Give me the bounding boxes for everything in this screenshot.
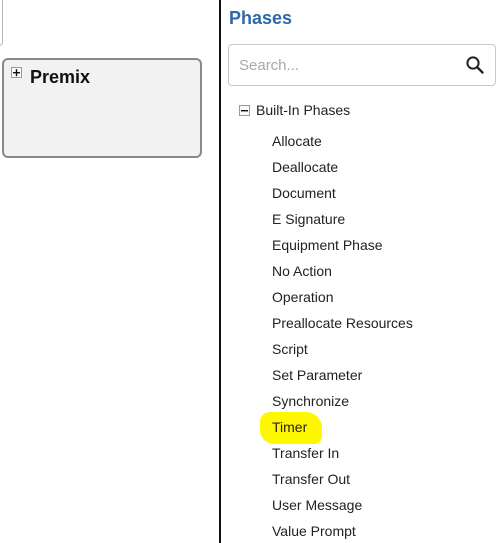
- plus-icon: [13, 69, 20, 77]
- phase-label: E Signature: [272, 211, 346, 227]
- search-icon[interactable]: [465, 55, 485, 75]
- phases-panel: Phases Built-In Phases Allocate Dealloca…: [221, 0, 498, 543]
- phase-label: Transfer Out: [272, 471, 351, 487]
- phase-label: Preallocate Resources: [272, 315, 413, 331]
- phase-label: Deallocate: [272, 159, 339, 175]
- phase-item-operation[interactable]: Operation: [272, 286, 413, 312]
- phase-item-e-signature[interactable]: E Signature: [272, 208, 413, 234]
- phase-label: Value Prompt: [272, 523, 356, 539]
- phase-label: User Message: [272, 497, 363, 513]
- group-label: Built-In Phases: [256, 102, 351, 118]
- panel-title: Phases: [229, 8, 293, 28]
- phase-item-equipment-phase[interactable]: Equipment Phase: [272, 234, 413, 260]
- phase-item-value-prompt[interactable]: Value Prompt: [272, 520, 413, 543]
- phase-label: Script: [272, 341, 308, 357]
- phase-label: Transfer In: [272, 445, 340, 461]
- phase-label: Allocate: [272, 133, 322, 149]
- phase-label: Synchronize: [272, 393, 350, 409]
- phase-item-deallocate[interactable]: Deallocate: [272, 156, 413, 182]
- phase-list: Allocate Deallocate Document E Signature…: [260, 130, 413, 543]
- phase-item-transfer-in[interactable]: Transfer In: [272, 442, 413, 468]
- partial-node[interactable]: [0, 0, 3, 46]
- phase-item-no-action[interactable]: No Action: [272, 260, 413, 286]
- minus-icon: [241, 110, 248, 112]
- phase-item-set-parameter[interactable]: Set Parameter: [272, 364, 413, 390]
- phase-label: Document: [272, 185, 336, 201]
- phase-item-timer[interactable]: Timer: [260, 412, 413, 444]
- app-window: Premix Phases Built-In Phases Allocate D…: [0, 0, 498, 543]
- procedure-canvas[interactable]: Premix: [0, 0, 219, 543]
- phase-item-preallocate-resources[interactable]: Preallocate Resources: [272, 312, 413, 338]
- search-input[interactable]: [239, 54, 449, 76]
- node-title: Premix: [30, 67, 91, 87]
- phase-item-document[interactable]: Document: [272, 182, 413, 208]
- phase-label: Equipment Phase: [272, 237, 383, 253]
- phase-item-user-message[interactable]: User Message: [272, 494, 413, 520]
- phase-label: Set Parameter: [272, 367, 363, 383]
- phase-label: Operation: [272, 289, 334, 305]
- search-box[interactable]: [228, 44, 496, 86]
- phase-label: Timer: [272, 419, 308, 435]
- phase-label: No Action: [272, 263, 332, 279]
- expand-icon[interactable]: [11, 67, 22, 78]
- premix-node[interactable]: Premix: [2, 58, 202, 158]
- phase-item-script[interactable]: Script: [272, 338, 413, 364]
- phase-item-allocate[interactable]: Allocate: [272, 130, 413, 156]
- collapse-icon[interactable]: [239, 105, 250, 116]
- phase-item-transfer-out[interactable]: Transfer Out: [272, 468, 413, 494]
